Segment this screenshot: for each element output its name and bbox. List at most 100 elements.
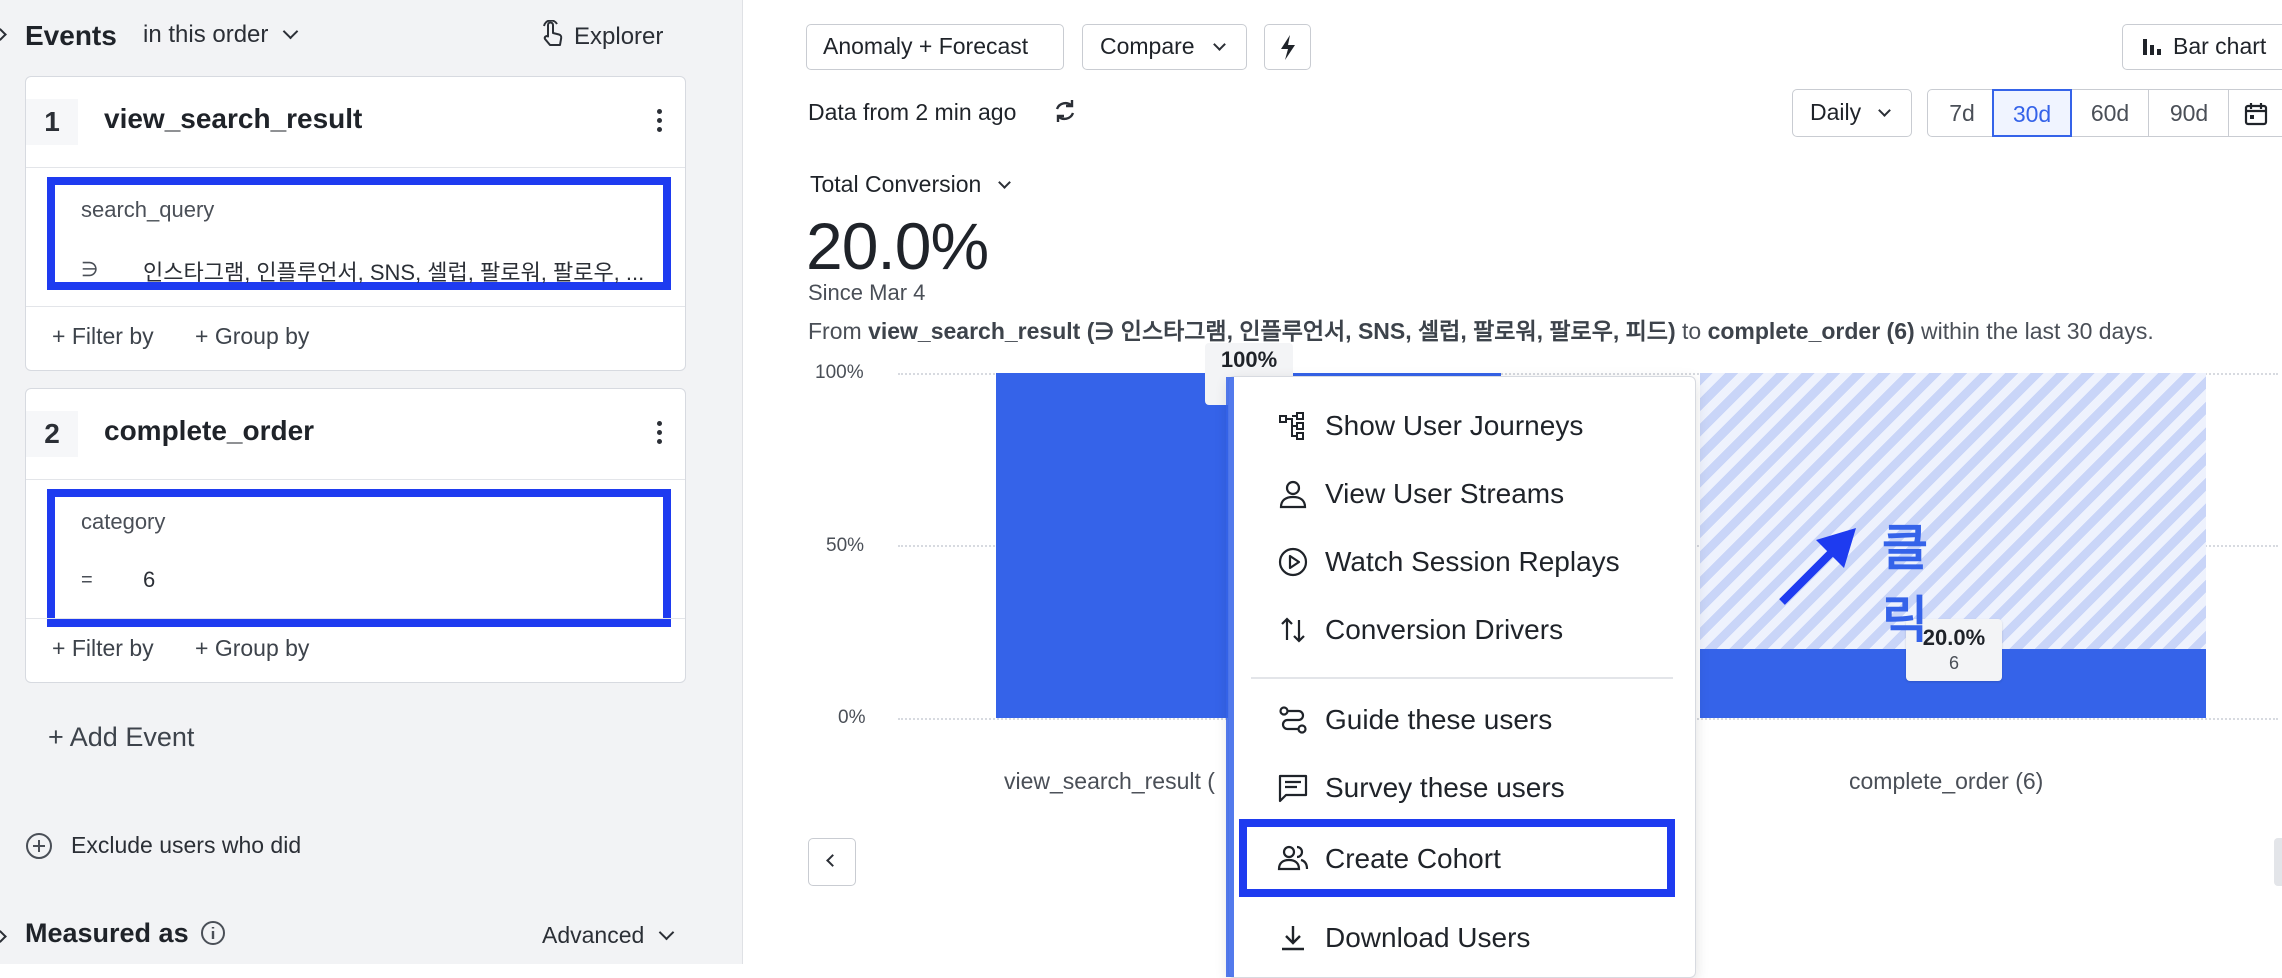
event-filter-highlight[interactable]: search_query ∋ 인스타그램, 인플루언서, SNS, 셀럽, 팔로… <box>47 177 671 290</box>
menu-item-show-user-journeys[interactable]: Show User Journeys <box>1229 392 1695 460</box>
event-card-2[interactable]: 2 complete_order category = 6 + Filter b… <box>25 388 686 683</box>
event-name[interactable]: view_search_result <box>104 103 362 135</box>
refresh-icon[interactable] <box>1050 96 1080 126</box>
data-freshness: Data from 2 min ago <box>808 99 1017 125</box>
route-icon <box>1279 706 1307 734</box>
metric-dropdown[interactable]: Total Conversion <box>810 171 1011 198</box>
menu-label: View User Streams <box>1325 478 1565 509</box>
menu-label: Download Users <box>1325 922 1531 953</box>
chevron-down-icon <box>1213 38 1226 51</box>
filter-value[interactable]: 6 <box>143 567 155 593</box>
play-icon <box>1278 547 1308 577</box>
since-date: Since Mar 4 <box>808 280 926 305</box>
event-filter-highlight[interactable]: category = 6 <box>47 489 671 627</box>
anomaly-forecast-button[interactable]: Anomaly + Forecast <box>806 24 1064 70</box>
event-name[interactable]: complete_order <box>104 415 314 447</box>
filter-property[interactable]: search_query <box>81 197 214 223</box>
menu-label: Create Cohort <box>1325 843 1501 874</box>
filter-by-button[interactable]: + Filter by <box>52 323 154 350</box>
advanced-label: Advanced <box>542 922 645 948</box>
collapse-chevron-icon[interactable] <box>0 26 7 44</box>
chart-scroll-handle[interactable] <box>2274 838 2282 886</box>
menu-label: Show User Journeys <box>1325 410 1584 441</box>
explorer-button[interactable]: Explorer <box>540 19 663 51</box>
filter-value[interactable]: 인스타그램, 인플루언서, SNS, 셀럽, 팔로워, 팔로우, ... <box>143 255 644 287</box>
more-options-icon[interactable] <box>657 109 663 136</box>
menu-item-download-users[interactable]: Download Users <box>1229 904 1695 972</box>
menu-item-conversion-drivers[interactable]: Conversion Drivers <box>1229 596 1695 664</box>
menu-divider <box>1251 677 1673 679</box>
more-options-icon[interactable] <box>657 421 663 448</box>
group-by-button[interactable]: + Group by <box>195 635 309 662</box>
event-card-header: 1 view_search_result <box>26 77 685 168</box>
menu-item-create-cohort[interactable]: Create Cohort <box>1239 819 1675 897</box>
bar-chart-icon <box>2143 39 2161 55</box>
desc-event-1: view_search_result <box>868 318 1081 344</box>
journey-icon <box>1279 412 1304 440</box>
events-panel: Events in this order Explorer 1 view_sea… <box>0 0 743 964</box>
compare-dropdown[interactable]: Compare <box>1082 24 1247 70</box>
menu-label: Survey these users <box>1325 772 1565 803</box>
filter-property[interactable]: category <box>81 509 165 535</box>
lightning-icon <box>1281 35 1295 60</box>
filter-operator[interactable]: ∋ <box>81 257 98 282</box>
order-label: in this order <box>143 21 269 48</box>
data-label-2-count: 6 <box>1948 653 1959 673</box>
step-number: 2 <box>26 411 78 457</box>
chart-type-dropdown[interactable]: Bar chart <box>2122 24 2282 70</box>
menu-item-guide-these-users[interactable]: Guide these users <box>1229 686 1695 754</box>
chevron-down-icon <box>282 23 299 40</box>
desc-filter-1: (∋ 인스타그램, 인플루언서, SNS, 셀럽, 팔로워, 팔로우, 피드) <box>1086 318 1676 344</box>
user-icon <box>1279 480 1307 509</box>
conversion-description: From view_search_result (∋ 인스타그램, 인플루언서,… <box>808 312 2154 346</box>
chevron-left-icon <box>826 854 839 867</box>
pointer-hand-icon <box>543 19 563 46</box>
range-7d[interactable]: 7d <box>1927 89 1997 137</box>
collapse-chevron-icon[interactable] <box>0 928 7 946</box>
events-title: Events <box>25 20 117 51</box>
range-30d[interactable]: 30d <box>1992 89 2072 137</box>
menu-item-view-user-streams[interactable]: View User Streams <box>1229 460 1695 528</box>
calendar-icon <box>2244 103 2267 126</box>
event-card-1[interactable]: 1 view_search_result search_query ∋ 인스타그… <box>25 76 686 371</box>
context-menu: Show User Journeys View User Streams Wat… <box>1226 376 1696 978</box>
menu-item-watch-session-replays[interactable]: Watch Session Replays <box>1229 528 1695 596</box>
lightning-button[interactable] <box>1264 24 1311 70</box>
range-60d[interactable]: 60d <box>2070 89 2150 137</box>
event-card-header: 2 complete_order <box>26 389 685 480</box>
menu-item-survey-these-users[interactable]: Survey these users <box>1229 754 1695 822</box>
add-event-button[interactable]: + Add Event <box>48 722 194 753</box>
chevron-down-icon <box>997 176 1011 189</box>
advanced-dropdown[interactable]: Advanced <box>542 922 674 949</box>
chart-type-label: Bar chart <box>2173 33 2267 59</box>
filter-operator[interactable]: = <box>81 569 93 592</box>
menu-label: Conversion Drivers <box>1325 614 1564 645</box>
order-dropdown[interactable]: in this order <box>143 21 299 49</box>
y-tick-100: 100% <box>815 362 864 383</box>
step-number: 1 <box>26 99 78 145</box>
measured-as-label: Measured as <box>25 918 189 948</box>
data-label-1-pct: 100% <box>1220 347 1278 372</box>
event-card-footer: + Filter by + Group by <box>26 618 685 679</box>
info-icon[interactable] <box>200 920 226 946</box>
desc-event-2: complete_order (6) <box>1707 318 1915 344</box>
annotation-click-label: 클릭 <box>1882 520 1928 648</box>
chevron-down-icon <box>658 924 674 941</box>
y-tick-50: 50% <box>826 535 865 556</box>
x-label-1: view_search_result ( <box>1004 768 1215 794</box>
desc-prefix: From <box>808 318 869 344</box>
event-card-footer: + Filter by + Group by <box>26 306 685 367</box>
measured-as-heading: Measured as <box>25 918 226 949</box>
filter-by-button[interactable]: + Filter by <box>52 635 154 662</box>
chevron-down-icon <box>1877 104 1891 117</box>
chart-prev-button[interactable] <box>808 838 856 886</box>
users-icon <box>1277 845 1309 871</box>
exclude-users-row[interactable]: Exclude users who did <box>25 832 301 860</box>
range-90d[interactable]: 90d <box>2148 89 2230 137</box>
interval-dropdown[interactable]: Daily <box>1792 89 1912 137</box>
metric-label: Total Conversion <box>810 171 982 197</box>
calendar-button[interactable] <box>2228 89 2282 137</box>
group-by-button[interactable]: + Group by <box>195 323 309 350</box>
desc-to: to <box>1675 318 1708 344</box>
x-label-2: complete_order (6) <box>1849 768 2044 794</box>
